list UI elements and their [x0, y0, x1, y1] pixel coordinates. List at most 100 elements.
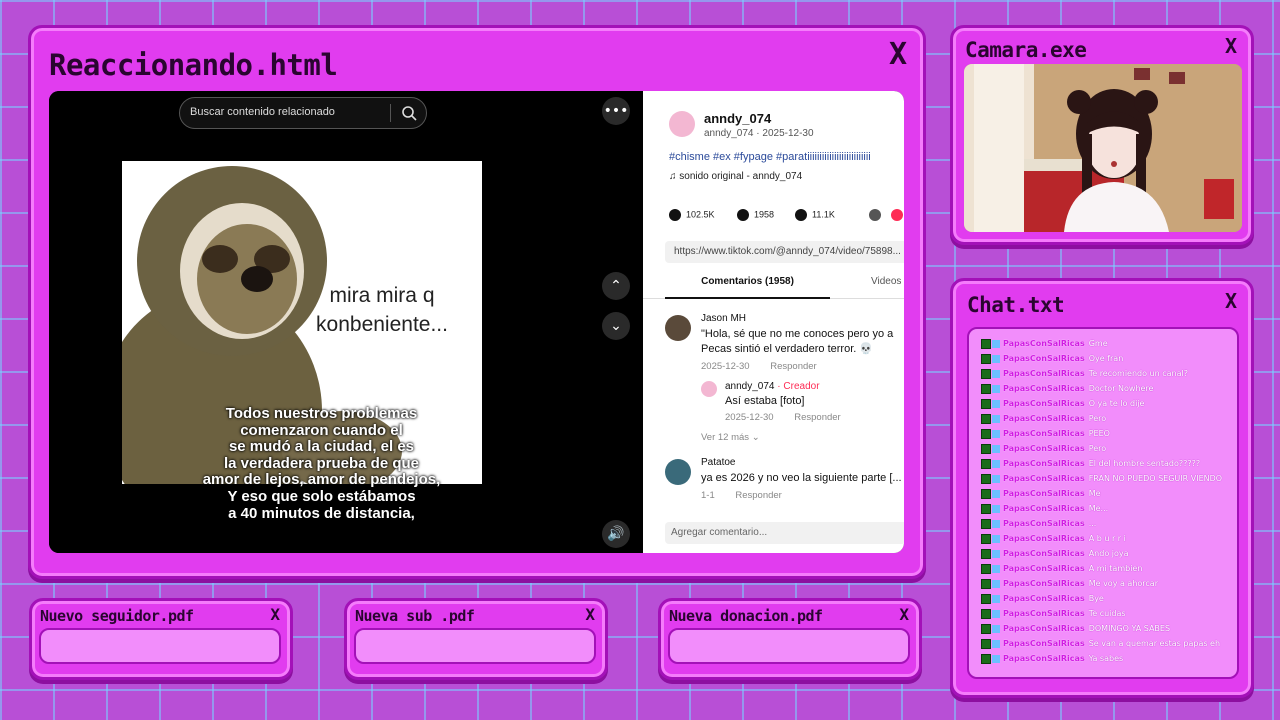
chat-text: Doctor Nowhere: [1088, 384, 1154, 393]
new-follower-window: Nuevo seguidor.pdf X: [29, 598, 293, 680]
chat-username[interactable]: PapasConSalRicas: [1003, 384, 1085, 393]
save-button[interactable]: 11.1K: [795, 209, 835, 221]
close-icon[interactable]: X: [585, 607, 595, 623]
verified-badge-icon: [992, 564, 1000, 573]
view-more-replies[interactable]: Ver 12 más ⌄: [701, 432, 760, 443]
chat-username[interactable]: PapasConSalRicas: [1003, 369, 1085, 378]
chat-username[interactable]: PapasConSalRicas: [1003, 399, 1085, 408]
chat-username[interactable]: PapasConSalRicas: [1003, 564, 1085, 573]
avatar[interactable]: [665, 315, 691, 341]
close-icon[interactable]: X: [889, 40, 907, 70]
reaction-window: Reaccionando.html X Buscar contenido rel…: [28, 25, 926, 579]
chat-text: Pero: [1088, 444, 1107, 453]
comment-author[interactable]: Jason MH: [701, 313, 746, 324]
post-sound[interactable]: ♫ sonido original - anndy_074: [669, 171, 802, 182]
reply-button[interactable]: Responder: [770, 361, 816, 372]
chat-username[interactable]: PapasConSalRicas: [1003, 414, 1085, 423]
share-button[interactable]: [891, 209, 904, 221]
chat-text: A mi tambien: [1088, 564, 1143, 573]
chat-username[interactable]: PapasConSalRicas: [1003, 354, 1085, 363]
new-follower-content: [39, 628, 281, 664]
chat-username[interactable]: PapasConSalRicas: [1003, 654, 1085, 663]
chat-message: PapasConSalRicas Pero: [981, 442, 1106, 456]
moderator-badge-icon: [981, 443, 991, 454]
more-options-icon[interactable]: •••: [602, 97, 630, 125]
avatar[interactable]: [669, 111, 695, 137]
moderator-badge-icon: [981, 503, 991, 514]
chat-message: PapasConSalRicas FRAN NO PUEDO SEGUIR VIE…: [981, 472, 1222, 486]
comment-input[interactable]: Agregar comentario...: [665, 522, 904, 544]
chat-username[interactable]: PapasConSalRicas: [1003, 444, 1085, 453]
close-icon[interactable]: X: [1225, 291, 1237, 311]
chat-text: ...: [1088, 519, 1097, 528]
reply-author-name[interactable]: anndy_074: [725, 381, 775, 392]
like-button[interactable]: 102.5K: [669, 209, 715, 221]
volume-icon[interactable]: 🔊: [602, 520, 630, 548]
chat-username[interactable]: PapasConSalRicas: [1003, 609, 1085, 618]
vtuber-avatar-image: [964, 64, 1242, 232]
chat-username[interactable]: PapasConSalRicas: [1003, 549, 1085, 558]
subtitle-line: se mudó a la ciudad, el es: [228, 438, 415, 456]
reply-button[interactable]: Responder: [735, 490, 781, 501]
chat-username[interactable]: PapasConSalRicas: [1003, 519, 1085, 528]
chat-username[interactable]: PapasConSalRicas: [1003, 474, 1085, 483]
comment-button[interactable]: 1958: [737, 209, 774, 221]
chat-message: PapasConSalRicas El del hombre sentado???…: [981, 457, 1200, 471]
close-icon[interactable]: X: [1225, 36, 1237, 56]
verified-badge-icon: [992, 429, 1000, 438]
verified-badge-icon: [992, 459, 1000, 468]
tab-videos[interactable]: Videos: [871, 276, 901, 287]
chat-message: PapasConSalRicas DOMINGO YA SABES: [981, 622, 1170, 636]
verified-badge-icon: [992, 639, 1000, 648]
verified-badge-icon: [992, 609, 1000, 618]
reaction-window-title: Reaccionando.html: [49, 48, 338, 82]
avatar[interactable]: [665, 459, 691, 485]
verified-badge-icon: [992, 549, 1000, 558]
search-icon[interactable]: [400, 104, 418, 122]
close-icon[interactable]: X: [270, 607, 280, 623]
chat-username[interactable]: PapasConSalRicas: [1003, 639, 1085, 648]
heart-icon: [669, 209, 681, 221]
chat-text: Me voy a ahorcar: [1088, 579, 1158, 588]
chat-username[interactable]: PapasConSalRicas: [1003, 534, 1085, 543]
chat-message: PapasConSalRicas Me: [981, 487, 1101, 501]
chat-text: Ya sabes: [1088, 654, 1124, 663]
chat-username[interactable]: PapasConSalRicas: [1003, 459, 1085, 468]
embed-icon: [869, 209, 881, 221]
chat-window: Chat.txt X PapasConSalRicas Gme PapasConSa…: [950, 278, 1254, 698]
view-more-label: Ver 12 más: [701, 432, 750, 443]
chat-username[interactable]: PapasConSalRicas: [1003, 624, 1085, 633]
chat-text: Oye fran: [1088, 354, 1124, 363]
avatar[interactable]: [701, 381, 717, 397]
chat-message: PapasConSalRicas Te cuidas: [981, 607, 1126, 621]
comment-text: "Hola, sé que no me conoces pero yo a Pe…: [701, 327, 904, 357]
embed-button[interactable]: [869, 209, 886, 221]
chat-username[interactable]: PapasConSalRicas: [1003, 504, 1085, 513]
post-username[interactable]: anndy_074: [704, 111, 771, 126]
close-icon[interactable]: X: [899, 607, 909, 623]
chevron-up-icon[interactable]: ⌃: [602, 272, 630, 300]
chevron-down-icon[interactable]: ⌄: [602, 312, 630, 340]
comment-date: 1-1: [701, 490, 715, 501]
chat-text: Me: [1088, 489, 1101, 498]
chat-username[interactable]: PapasConSalRicas: [1003, 594, 1085, 603]
post-hashtags[interactable]: #chisme #ex #fypage #paratiiiiiiiiiiiiii…: [669, 151, 871, 163]
reply-button[interactable]: Responder: [794, 412, 840, 423]
chat-username[interactable]: PapasConSalRicas: [1003, 579, 1085, 588]
chat-text: Te cuidas: [1088, 609, 1126, 618]
post-url[interactable]: https://www.tiktok.com/@anndy_074/video/…: [665, 241, 904, 263]
tiktok-player: Buscar contenido relacionado ••• ⌃ ⌄ 🔊 m…: [49, 91, 904, 553]
chat-username[interactable]: PapasConSalRicas: [1003, 489, 1085, 498]
verified-badge-icon: [992, 384, 1000, 393]
moderator-badge-icon: [981, 593, 991, 604]
search-input[interactable]: Buscar contenido relacionado: [179, 97, 427, 129]
chat-text: Te recomiendo un canal?: [1088, 369, 1188, 378]
verified-badge-icon: [992, 654, 1000, 663]
chat-username[interactable]: PapasConSalRicas: [1003, 339, 1085, 348]
chat-message: PapasConSalRicas Me...: [981, 502, 1108, 516]
search-divider: [390, 104, 391, 122]
tab-comments[interactable]: Comentarios (1958): [665, 276, 830, 299]
comment-author[interactable]: Patatoe: [701, 457, 735, 468]
chat-username[interactable]: PapasConSalRicas: [1003, 429, 1085, 438]
chat-message: PapasConSalRicas Ya sabes: [981, 652, 1123, 666]
